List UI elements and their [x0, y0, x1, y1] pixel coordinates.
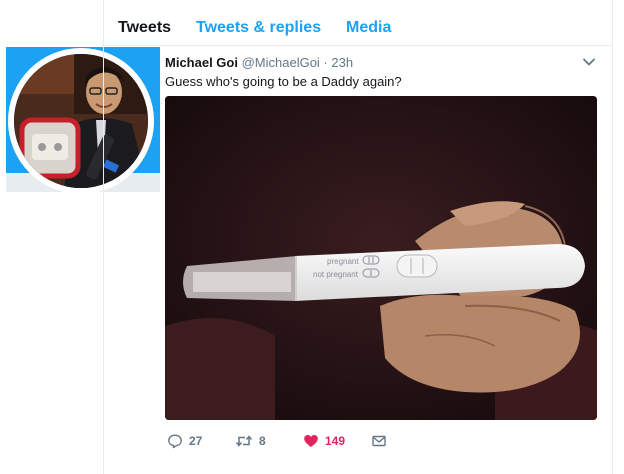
tab-media[interactable]: Media: [346, 19, 391, 37]
tab-tweets-replies[interactable]: Tweets & replies: [196, 19, 321, 37]
label-pregnant: pregnant: [327, 257, 359, 266]
author-name[interactable]: Michael Goi: [165, 55, 238, 70]
profile-tabs: Tweets Tweets & replies Media: [103, 0, 613, 46]
retweet-count: 8: [259, 434, 266, 448]
reply-count: 27: [189, 434, 203, 448]
retweet-icon: [235, 433, 253, 449]
like-count: 149: [325, 434, 346, 448]
label-not-pregnant: not pregnant: [313, 270, 359, 279]
tweet-photo[interactable]: pregnant not pregnant: [165, 96, 597, 420]
heart-icon: [303, 433, 319, 449]
like-button[interactable]: 149: [303, 431, 345, 451]
retweet-button[interactable]: 8: [235, 431, 266, 451]
author-handle-time[interactable]: @MichaelGoi · 23h: [242, 55, 353, 70]
tweet-actions: 27 8 149: [165, 431, 597, 451]
reply-button[interactable]: 27: [167, 431, 202, 451]
tweet-text: Guess who's going to be a Daddy again?: [165, 74, 402, 89]
pregnancy-test-photo: pregnant not pregnant: [165, 96, 597, 420]
direct-message-button[interactable]: [371, 431, 387, 451]
chevron-down-icon[interactable]: [582, 55, 596, 69]
tweet-header: Michael Goi @MichaelGoi · 23h: [165, 55, 353, 70]
envelope-icon: [371, 433, 387, 449]
tab-tweets[interactable]: Tweets: [118, 19, 171, 37]
reply-icon: [167, 433, 183, 449]
